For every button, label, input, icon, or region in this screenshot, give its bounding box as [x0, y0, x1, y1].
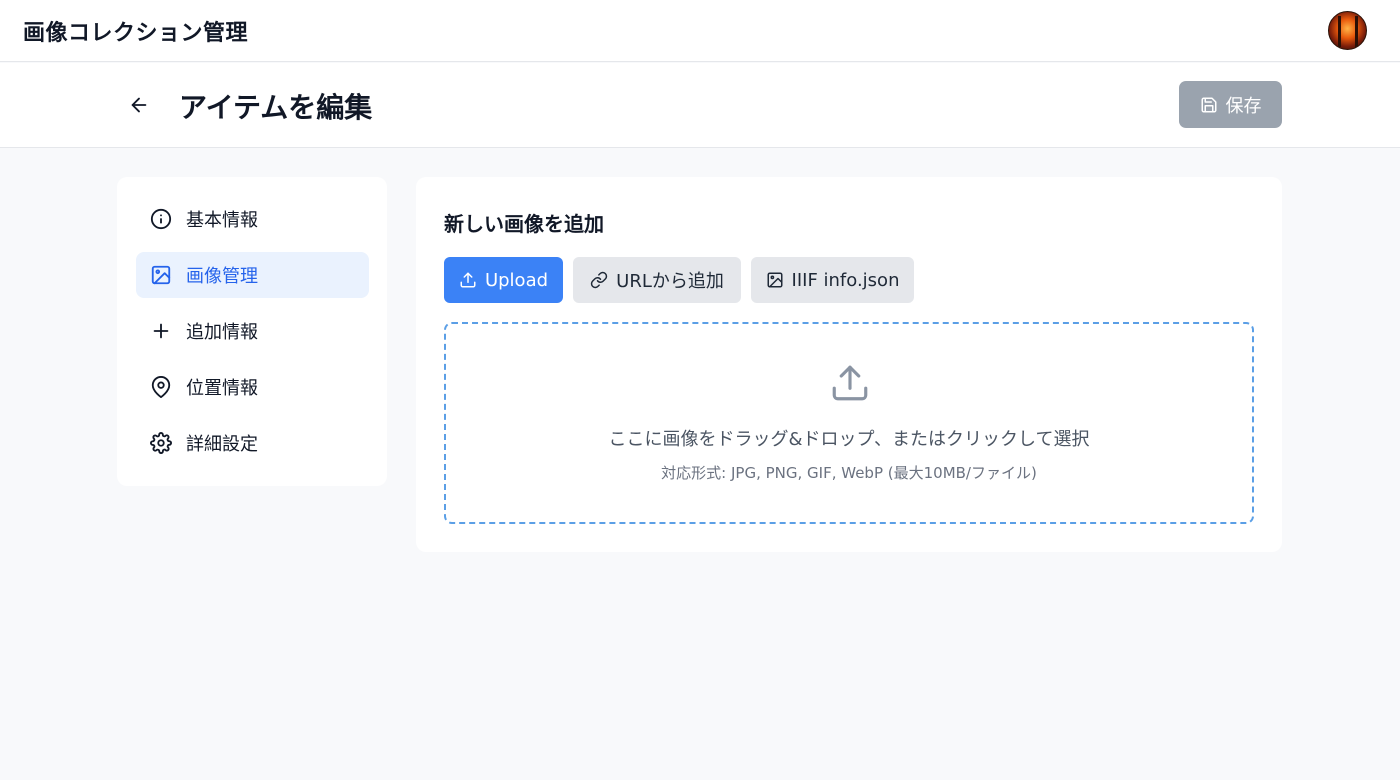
- app-title: 画像コレクション管理: [23, 21, 249, 46]
- panel-title: 新しい画像を追加: [444, 212, 604, 236]
- tab-label: IIIF info.json: [791, 269, 900, 291]
- info-icon: [149, 207, 173, 231]
- link-icon: [590, 271, 608, 289]
- sidebar-item-advanced-settings[interactable]: 詳細設定: [136, 420, 369, 466]
- page-header: アイテムを編集 保存: [0, 63, 1400, 148]
- tab-iiif[interactable]: IIIF info.json: [751, 257, 914, 303]
- back-button[interactable]: [124, 90, 154, 120]
- tab-label: Upload: [484, 269, 549, 291]
- dropzone-formats: 対応形式: JPG, PNG, GIF, WebP (最大10MB/ファイル): [661, 464, 1037, 482]
- sidebar-item-additional-info[interactable]: 追加情報: [136, 308, 369, 354]
- image-add-panel: 新しい画像を追加 Upload URLから追加 IIIF info.json こ…: [416, 177, 1282, 552]
- sidebar-item-label: 位置情報: [186, 378, 258, 399]
- sidebar-item-basic-info[interactable]: 基本情報: [136, 196, 369, 242]
- image-icon: [149, 263, 173, 287]
- save-icon: [1201, 97, 1216, 112]
- sidebar-item-label: 基本情報: [186, 210, 258, 231]
- avatar[interactable]: [1328, 11, 1367, 50]
- sidebar-item-location[interactable]: 位置情報: [136, 364, 369, 410]
- save-button-label: 保存: [1225, 95, 1262, 117]
- sidebar-item-label: 追加情報: [186, 322, 258, 343]
- tab-label: URLから追加: [616, 271, 724, 292]
- dropzone-instructions: ここに画像をドラッグ&ドロップ、またはクリックして選択: [608, 429, 1090, 450]
- page-title: アイテムを編集: [179, 91, 373, 124]
- sidebar-item-label: 画像管理: [186, 266, 258, 287]
- tab-url[interactable]: URLから追加: [573, 257, 741, 303]
- sidebar: 基本情報 画像管理 追加情報 位置情報 詳細設定: [117, 177, 387, 486]
- map-pin-icon: [149, 375, 173, 399]
- upload-icon: [832, 365, 868, 401]
- tab-upload[interactable]: Upload: [444, 257, 563, 303]
- plus-icon: [149, 319, 173, 343]
- upload-icon: [460, 272, 476, 288]
- arrow-left-icon: [131, 97, 147, 113]
- save-button[interactable]: 保存: [1179, 81, 1282, 128]
- image-dropzone[interactable]: ここに画像をドラッグ&ドロップ、またはクリックして選択 対応形式: JPG, P…: [444, 322, 1254, 524]
- sidebar-item-image-management[interactable]: 画像管理: [136, 252, 369, 298]
- gear-icon: [149, 431, 173, 455]
- top-bar: 画像コレクション管理: [0, 0, 1400, 62]
- image-icon: [767, 272, 783, 288]
- sidebar-item-label: 詳細設定: [186, 434, 258, 455]
